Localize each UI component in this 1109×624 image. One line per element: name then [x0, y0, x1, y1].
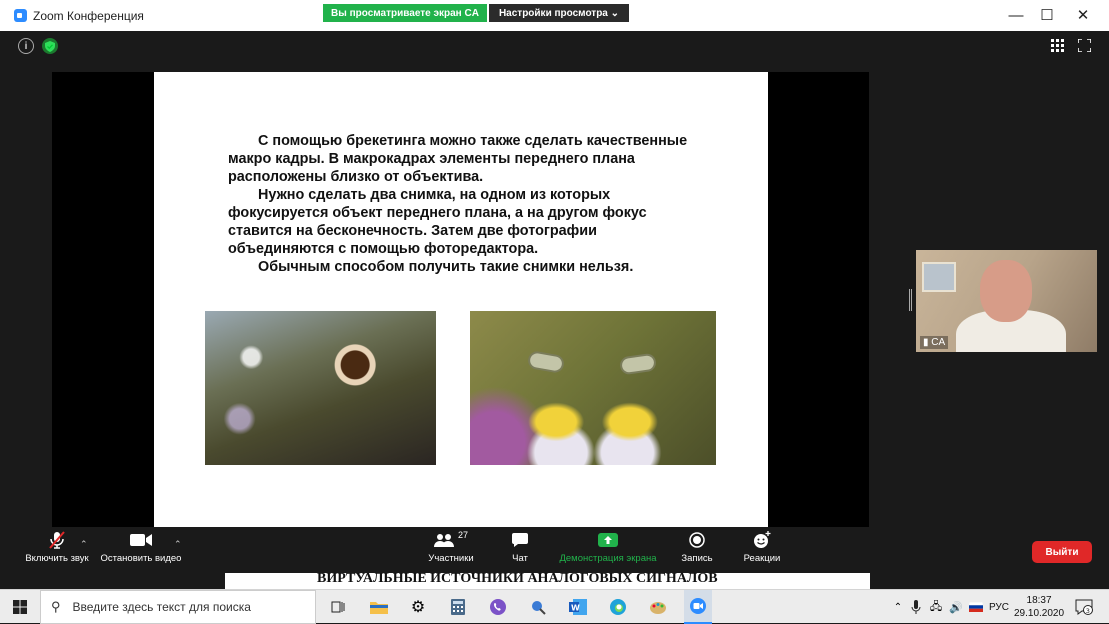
record-label: Запись: [681, 553, 713, 564]
russian-flag-icon[interactable]: [966, 597, 986, 617]
paint-icon[interactable]: [648, 597, 668, 617]
clock-time: 18:37: [1026, 595, 1052, 606]
wall-picture: [922, 262, 956, 292]
reactions-label: Реакции: [743, 553, 781, 564]
share-screen-icon: [556, 527, 660, 553]
slide-text: С помощью брекетинга можно также сделать…: [228, 132, 688, 276]
view-options-button[interactable]: Настройки просмотра ⌄: [489, 4, 629, 22]
file-explorer-icon[interactable]: [369, 597, 389, 617]
notification-count: 3: [1086, 607, 1090, 615]
settings-gear-icon[interactable]: ⚙: [408, 597, 428, 617]
zoom-taskbar-icon[interactable]: [684, 590, 712, 624]
meeting-area: i С помощью брекетинга можно также сдела…: [10, 31, 1103, 573]
gallery-view-icon[interactable]: [1051, 39, 1064, 55]
chat-icon: [502, 527, 538, 553]
info-icon[interactable]: i: [18, 38, 34, 54]
presentation-slide: С помощью брекетинга можно также сделать…: [154, 72, 768, 531]
maximize-button[interactable]: ☐: [1029, 4, 1065, 26]
tray-mic-icon[interactable]: [906, 597, 926, 617]
taskbar-search-placeholder: Введите здесь текст для поиска: [72, 600, 251, 614]
reactions-button[interactable]: Реакции: [738, 527, 786, 573]
viber-icon[interactable]: [488, 597, 508, 617]
participants-count: 27: [457, 530, 468, 540]
network-tool-icon[interactable]: [528, 597, 548, 617]
notifications-icon[interactable]: 3: [1074, 597, 1094, 617]
taskbar-search[interactable]: ⚲ Введите здесь текст для поиска: [40, 590, 316, 624]
window-title: Zoom Конференция: [33, 9, 144, 23]
unmute-label: Включить звук: [25, 553, 89, 564]
tray-overflow-icon[interactable]: ⌃: [888, 597, 908, 617]
share-screen-label: Демонстрация экрана: [559, 553, 657, 564]
audio-options-caret[interactable]: ⌃: [80, 539, 88, 550]
video-label: Остановить видео: [100, 553, 182, 564]
word-icon[interactable]: W: [568, 597, 588, 617]
participant-name: CA: [931, 337, 946, 348]
share-screen-button[interactable]: Демонстрация экрана: [556, 527, 660, 573]
clock[interactable]: 18:37 29.10.2020: [1014, 594, 1064, 620]
chat-label: Чат: [512, 553, 528, 564]
clock-date: 29.10.2020: [1014, 608, 1065, 619]
background-document: ВИРТУАЛЬНЫЕ ИСТОЧНИКИ АНАЛОГОВЫХ СИГНАЛО…: [225, 573, 870, 589]
background-document-text: ВИРТУАЛЬНЫЕ ИСТОЧНИКИ АНАЛОГОВЫХ СИГНАЛО…: [317, 573, 718, 586]
meeting-toolbar: Включить звук ⌃ Остановить видео ⌃ 27 Уч…: [10, 527, 1103, 573]
shared-screen: С помощью брекетинга можно также сделать…: [52, 72, 869, 531]
network-icon[interactable]: 🖧: [926, 597, 946, 617]
leave-meeting-button[interactable]: Выйти: [1032, 541, 1092, 563]
participant-video[interactable]: ▮ CA: [916, 250, 1097, 352]
video-camera-icon: [98, 527, 184, 553]
participants-button[interactable]: 27 Участники: [418, 527, 484, 573]
windows-start-icon[interactable]: [10, 597, 30, 617]
reactions-icon: [738, 527, 786, 553]
participants-icon: 27: [418, 527, 484, 553]
window-titlebar: Zoom Конференция Вы просматриваете экран…: [0, 0, 1109, 31]
participant-face: [980, 260, 1032, 322]
calculator-icon[interactable]: [448, 597, 468, 617]
volume-icon[interactable]: 🔊: [946, 597, 966, 617]
zoom-app-icon: [14, 9, 27, 22]
panel-resize-handle[interactable]: [909, 289, 912, 311]
slide-paragraph: С помощью брекетинга можно также сделать…: [228, 133, 688, 185]
signal-icon: ▮: [923, 337, 929, 348]
slide-paragraph: Обычным способом получить такие снимки н…: [258, 259, 634, 275]
edge-browser-icon[interactable]: [608, 597, 628, 617]
screen-share-banner: Вы просматриваете экран CA: [323, 4, 487, 22]
snail-macro-photo: [205, 311, 436, 465]
video-options-caret[interactable]: ⌃: [174, 539, 182, 550]
stop-video-button[interactable]: Остановить видео: [98, 527, 184, 573]
search-icon: ⚲: [51, 599, 61, 614]
svg-text:W: W: [571, 604, 580, 613]
fullscreen-icon[interactable]: [1077, 38, 1092, 55]
record-icon: [676, 527, 718, 553]
participants-label: Участники: [428, 553, 474, 564]
unmute-button[interactable]: Включить звук: [18, 527, 96, 573]
dragonflies-macro-photo: [470, 311, 716, 465]
close-button[interactable]: ✕: [1065, 4, 1101, 26]
chat-button[interactable]: Чат: [502, 527, 538, 573]
language-indicator[interactable]: РУС: [988, 597, 1010, 617]
slide-paragraph: Нужно сделать два снимка, на одном из ко…: [228, 187, 647, 257]
task-view-icon[interactable]: [328, 597, 348, 617]
record-button[interactable]: Запись: [676, 527, 718, 573]
windows-taskbar: ⚲ Введите здесь текст для поиска ⚙ W ⌃ 🖧…: [0, 589, 1109, 624]
security-shield-icon[interactable]: [42, 38, 58, 54]
